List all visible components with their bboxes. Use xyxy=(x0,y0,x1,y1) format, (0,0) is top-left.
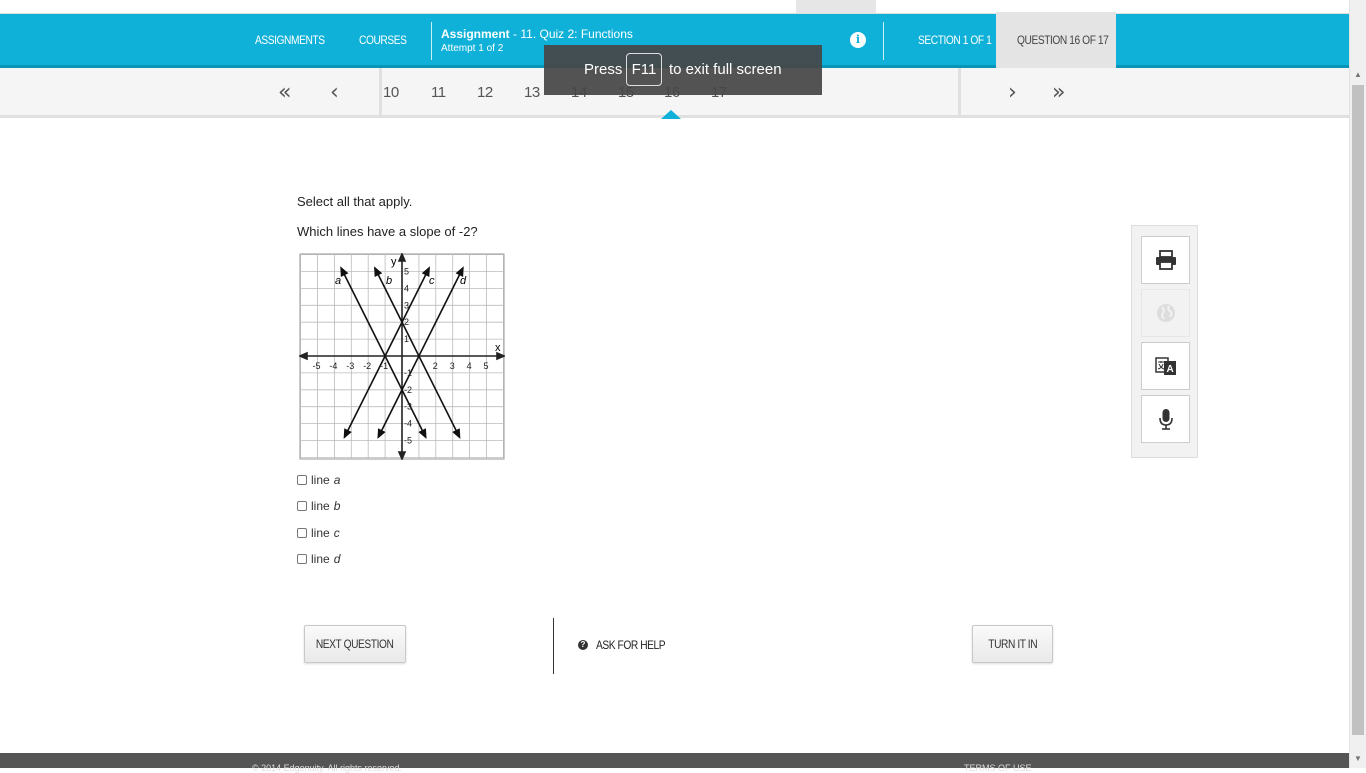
toast-rest-text: to exit full screen xyxy=(669,61,782,78)
nav-separator xyxy=(883,22,884,60)
graph-x-label: x xyxy=(495,342,501,354)
attempt-label: Attempt 1 of 2 xyxy=(441,43,504,54)
courses-link[interactable]: COURSES xyxy=(359,33,407,47)
option-prefix: line xyxy=(311,552,330,566)
section-indicator: SECTION 1 OF 1 xyxy=(918,33,992,47)
tool-panel: A xyxy=(1131,225,1198,458)
browser-tab-stub xyxy=(796,0,876,13)
checkbox-line-b[interactable] xyxy=(297,501,307,511)
option-line-c[interactable]: line c xyxy=(297,526,340,540)
graph-x-tick-label: -1 xyxy=(380,361,388,371)
option-line-d[interactable]: line d xyxy=(297,552,340,566)
graph-y-tick-label: 1 xyxy=(404,334,409,344)
fullscreen-toast: Press F11 to exit full screen xyxy=(544,45,822,95)
question-indicator-box: QUESTION 16 OF 17 xyxy=(996,12,1116,68)
graph-x-tick-label: 2 xyxy=(433,361,438,371)
question-number-12[interactable]: 12 xyxy=(477,84,493,101)
option-line-a[interactable]: line a xyxy=(297,473,340,487)
next-question-icon[interactable]: › xyxy=(1008,80,1017,105)
graph-line-label-b: b xyxy=(386,275,392,287)
button-divider xyxy=(553,618,554,674)
ask-for-help-label: ASK FOR HELP xyxy=(596,638,666,652)
option-var: b xyxy=(333,499,341,513)
svg-text:A: A xyxy=(1166,364,1173,375)
graph-x-tick-label: -2 xyxy=(363,361,371,371)
graph-y-tick-label: 5 xyxy=(404,267,409,277)
previous-question-icon[interactable]: ‹ xyxy=(330,80,339,105)
microphone-icon xyxy=(1158,409,1173,430)
footer-terms-link[interactable]: TERMS OF USE xyxy=(964,763,1032,773)
option-line-b[interactable]: line b xyxy=(297,499,340,513)
question-indicator: QUESTION 16 OF 17 xyxy=(1017,33,1109,47)
nav-separator xyxy=(431,22,432,60)
next-question-button[interactable]: NEXT QUESTION xyxy=(304,625,406,663)
translate-button[interactable]: A xyxy=(1141,342,1190,390)
option-prefix: line xyxy=(311,473,330,487)
question-text: Which lines have a slope of -2? xyxy=(297,224,478,239)
option-var: c xyxy=(333,526,340,540)
graph-y-label: y xyxy=(391,256,397,268)
toast-press-text: Press xyxy=(584,61,623,78)
graph-x-tick-label: 4 xyxy=(467,361,472,371)
print-icon xyxy=(1155,250,1176,270)
graph-x-tick-label: -3 xyxy=(346,361,354,371)
microphone-button[interactable] xyxy=(1141,395,1190,443)
scroll-down-icon[interactable]: ▼ xyxy=(1354,754,1362,763)
question-number-11[interactable]: 11 xyxy=(431,84,446,101)
scroll-up-icon[interactable]: ▲ xyxy=(1354,70,1362,79)
turn-it-in-button[interactable]: TURN IT IN xyxy=(972,625,1053,663)
page-footer: © 2014 Edgenuity. All rights reserved. T… xyxy=(0,753,1349,773)
turn-it-in-label: TURN IT IN xyxy=(988,637,1037,651)
option-prefix: line xyxy=(311,526,330,540)
footer-copyright: © 2014 Edgenuity. All rights reserved. xyxy=(252,763,403,773)
assignments-link[interactable]: ASSIGNMENTS xyxy=(255,33,325,47)
graph-x-tick-label: 5 xyxy=(484,361,489,371)
globe-icon xyxy=(1156,304,1175,322)
checkbox-line-c[interactable] xyxy=(297,528,307,538)
graph-line-label-a: a xyxy=(335,275,341,287)
option-var: d xyxy=(333,552,341,566)
graph-y-tick-label: 3 xyxy=(404,300,409,310)
globe-button[interactable] xyxy=(1141,289,1190,337)
graph-y-tick-label: -1 xyxy=(404,368,412,378)
next-question-label: NEXT QUESTION xyxy=(316,637,394,651)
question-number-13[interactable]: 13 xyxy=(524,84,540,101)
assignment-title: Assignment - 11. Quiz 2: Functions xyxy=(441,27,633,41)
navigator-divider xyxy=(958,68,961,118)
info-icon[interactable]: i xyxy=(850,32,866,48)
graph-y-tick-label: -3 xyxy=(404,402,412,412)
graph-line-label-c: c xyxy=(429,275,435,287)
navigator-divider xyxy=(379,68,382,118)
toast-key: F11 xyxy=(626,53,662,86)
checkbox-line-d[interactable] xyxy=(297,554,307,564)
graph-y-tick-label: 4 xyxy=(404,283,409,293)
browser-top-strip xyxy=(0,0,1349,14)
vertical-scrollbar[interactable]: ▲ ▼ xyxy=(1349,0,1366,768)
help-icon: ? xyxy=(578,640,588,650)
instruction-text: Select all that apply. xyxy=(297,194,413,209)
assignment-name: - 11. Quiz 2: Functions xyxy=(513,27,633,41)
graph-y-tick-label: -2 xyxy=(404,385,412,395)
graph-x-tick-label: -5 xyxy=(313,361,321,371)
last-question-icon[interactable]: » xyxy=(1052,80,1065,105)
scrollbar-thumb[interactable] xyxy=(1352,85,1364,735)
question-number-10[interactable]: 10 xyxy=(383,84,399,101)
print-button[interactable] xyxy=(1141,236,1190,284)
checkbox-line-a[interactable] xyxy=(297,475,307,485)
option-prefix: line xyxy=(311,499,330,513)
graph-x-tick-label: -4 xyxy=(329,361,337,371)
current-question-pointer xyxy=(661,110,681,119)
ask-for-help-button[interactable]: ? ASK FOR HELP xyxy=(578,638,677,652)
option-var: a xyxy=(333,473,341,487)
graph-x-tick-label: 3 xyxy=(450,361,455,371)
graph-line-label-d: d xyxy=(460,275,467,287)
coordinate-graph: -5 -4 -3 -2 -1 2 3 4 554321-1-2-3-4-5 x y a b c … xyxy=(299,253,505,460)
graph-y-tick-label: 2 xyxy=(404,317,409,327)
first-question-icon[interactable]: « xyxy=(278,80,291,105)
graph-y-tick-label: -5 xyxy=(404,436,412,446)
translate-icon: A xyxy=(1154,357,1176,375)
graph-y-tick-label: -4 xyxy=(404,419,412,429)
assignment-label: Assignment xyxy=(441,27,510,41)
